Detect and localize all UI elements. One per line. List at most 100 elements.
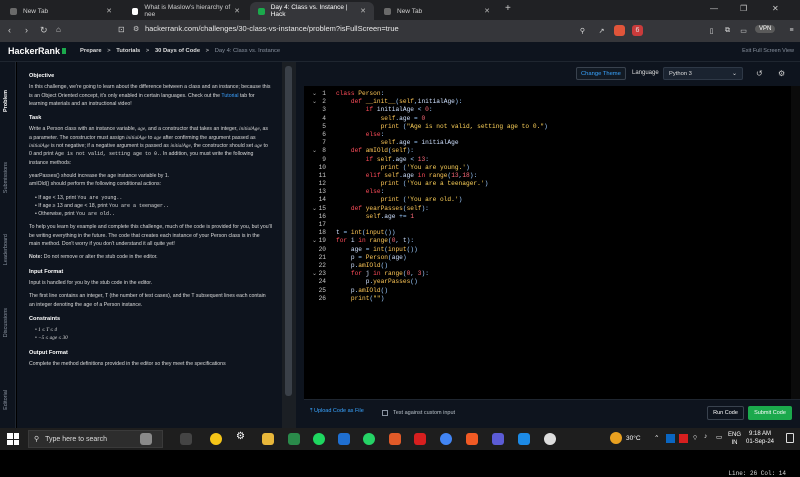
code-line[interactable]: 16 self.age += 1 — [304, 213, 794, 221]
code-line[interactable]: 2 ⌄ def __init__(self,initialAge): — [304, 98, 794, 106]
side-tab-discussions[interactable]: Discussions — [3, 308, 9, 337]
extension-badge-icon[interactable]: 6 — [632, 25, 643, 36]
tutorial-link[interactable]: Tutorial — [221, 93, 238, 99]
pdf-reader-icon[interactable] — [414, 433, 426, 445]
new-tab-plus-icon[interactable]: + — [505, 3, 511, 14]
weather-icon[interactable] — [610, 432, 622, 444]
code-line[interactable]: 23 ⌄ for j in range(0, 3): — [304, 270, 794, 278]
code-line[interactable]: 17 — [304, 221, 794, 229]
chevron-up-icon[interactable]: ⌃ — [654, 434, 659, 442]
volume-icon[interactable]: ♪ — [704, 433, 707, 440]
custom-input-toggle[interactable]: Test against custom input — [382, 410, 455, 416]
code-editor[interactable]: 1 ⌄ class Person: 2 ⌄ def __init__(self,init… — [304, 86, 800, 477]
breadcrumb-tutorials[interactable]: Tutorials — [116, 48, 140, 54]
powerpoint-icon[interactable] — [389, 433, 401, 445]
file-explorer-icon[interactable] — [262, 433, 274, 445]
custom-input-checkbox[interactable] — [382, 410, 388, 416]
code-text[interactable]: if initialAge < 0: — [336, 106, 433, 114]
code-text[interactable]: else: — [336, 131, 385, 139]
code-line[interactable]: 15 ⌄ def yearPasses(self): — [304, 205, 794, 213]
vpn-button[interactable]: VPN — [755, 25, 776, 33]
code-text[interactable]: elif self.age in range(13,18): — [336, 172, 478, 180]
code-text[interactable]: print ("Age is not valid, setting age to… — [336, 123, 548, 131]
code-line[interactable]: 19 ⌄ for i in range(0, t): — [304, 237, 794, 245]
code-text[interactable]: print ('You are young.') — [336, 164, 470, 172]
system-clock[interactable]: 9:18 AM 01-Sep-24 — [746, 430, 774, 446]
fold-chevron-icon[interactable]: ⌄ — [312, 98, 317, 106]
fold-chevron-icon[interactable]: ⌄ — [312, 270, 317, 278]
close-icon[interactable]: ✕ — [360, 7, 366, 15]
side-tab-problem[interactable]: Problem — [3, 90, 9, 112]
code-text[interactable]: def yearPasses(self): — [336, 205, 429, 213]
code-text[interactable]: p.amIOld() — [336, 262, 388, 270]
code-text[interactable]: for j in range(0, 3): — [336, 270, 429, 278]
breadcrumb-30-days[interactable]: 30 Days of Code — [155, 48, 200, 54]
code-text[interactable]: p.yearPasses() — [336, 278, 418, 286]
code-line[interactable]: 1 ⌄ class Person: — [304, 90, 794, 98]
vscode-icon[interactable] — [518, 433, 530, 445]
submit-code-button[interactable]: Submit Code — [748, 406, 792, 420]
menu-icon[interactable]: ≡ — [786, 25, 797, 36]
code-line[interactable]: 14 print ('You are old.') — [304, 196, 794, 204]
settings-icon[interactable]: ⚙ — [778, 69, 785, 78]
problem-scrollbar[interactable] — [282, 62, 296, 428]
code-text[interactable]: def amIOld(self): — [336, 147, 414, 155]
code-line[interactable]: 3 if initialAge < 0: — [304, 106, 794, 114]
code-text[interactable]: age = int(input()) — [336, 246, 418, 254]
code-line[interactable]: 18 t = int(input()) — [304, 229, 794, 237]
tab-hackerrank[interactable]: Day 4: Class vs. Instance | Hack ✕ — [250, 2, 374, 20]
change-theme-button[interactable]: Change Theme — [576, 67, 626, 80]
windows-start-icon[interactable] — [7, 433, 19, 445]
code-text[interactable]: self.age = 0 — [336, 115, 426, 123]
scrollbar-thumb[interactable] — [285, 66, 292, 396]
code-text[interactable]: p.amIOld() — [336, 287, 388, 295]
code-text[interactable]: self.age = initialAge — [336, 139, 459, 147]
site-info-icon[interactable]: ⚙ — [133, 25, 139, 33]
code-text[interactable]: else: — [336, 188, 385, 196]
tab-new-tab-1[interactable]: New Tab ✕ — [2, 2, 120, 20]
side-tab-submissions[interactable]: Submissions — [3, 162, 9, 193]
teams-icon[interactable] — [492, 433, 504, 445]
fold-chevron-icon[interactable]: ⌄ — [312, 205, 317, 213]
tray-app-icon[interactable] — [679, 434, 688, 443]
code-line[interactable]: 4 self.age = 0 — [304, 115, 794, 123]
panel-divider[interactable] — [296, 62, 304, 428]
gorilla-widget-icon[interactable] — [140, 433, 152, 445]
code-line[interactable]: 25 p.amIOld() — [304, 287, 794, 295]
temperature[interactable]: 30°C — [626, 435, 641, 442]
code-text[interactable]: self.age += 1 — [336, 213, 414, 221]
linkedin-icon[interactable] — [666, 434, 675, 443]
run-code-button[interactable]: Run Code — [707, 406, 744, 420]
code-line[interactable]: 7 self.age = initialAge — [304, 139, 794, 147]
extensions-icon[interactable]: ⧉ — [722, 25, 733, 36]
side-tab-editorial[interactable]: Editorial — [3, 390, 9, 410]
brave-shield-icon[interactable] — [614, 25, 625, 36]
code-text[interactable]: print("") — [336, 295, 384, 303]
home-icon[interactable]: ⌂ — [56, 25, 61, 34]
code-line[interactable]: 10 print ('You are young.') — [304, 164, 794, 172]
code-text[interactable]: for i in range(0, t): — [336, 237, 414, 245]
settings-gear-icon[interactable]: ⚙ — [236, 431, 248, 443]
editor-scrollbar[interactable] — [791, 86, 800, 399]
chrome-icon[interactable] — [440, 433, 452, 445]
reset-code-icon[interactable]: ↺ — [756, 69, 763, 78]
code-line[interactable]: 26 print("") — [304, 295, 794, 303]
fold-chevron-icon[interactable]: ⌄ — [312, 90, 317, 98]
sidebar-toggle-icon[interactable]: ▯ — [706, 25, 717, 36]
code-line[interactable]: 9 if self.age < 13: — [304, 156, 794, 164]
weather-app-icon[interactable] — [210, 433, 222, 445]
search-icon[interactable]: ⚲ — [577, 25, 588, 36]
code-line[interactable]: 12 print ('You are a teenager.') — [304, 180, 794, 188]
upload-code-button[interactable]: ⤒ Upload Code as File — [310, 408, 364, 415]
wallet-icon[interactable]: ▭ — [738, 25, 749, 36]
code-text[interactable]: if self.age < 13: — [336, 156, 429, 164]
battery-icon[interactable]: ▭ — [716, 433, 722, 441]
back-arrow-icon[interactable]: ‹ — [8, 25, 11, 35]
spreadsheet-app-icon[interactable] — [288, 433, 300, 445]
code-line[interactable]: 6 else: — [304, 131, 794, 139]
breadcrumb-prepare[interactable]: Prepare — [80, 48, 102, 54]
minimize-button[interactable]: — — [710, 4, 718, 13]
share-icon[interactable]: ↗ — [596, 25, 607, 36]
close-icon[interactable]: ✕ — [484, 7, 490, 15]
code-text[interactable]: def __init__(self,initialAge): — [336, 98, 462, 106]
